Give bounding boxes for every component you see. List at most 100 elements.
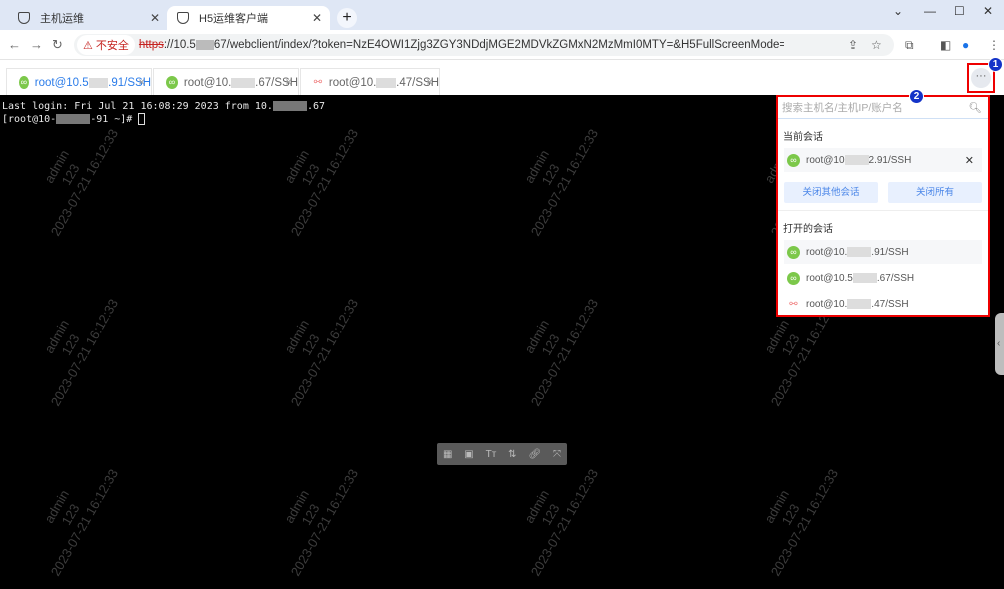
- redacted: [847, 299, 872, 309]
- link-broken-icon: ⚯: [313, 77, 323, 88]
- fullscreen-icon[interactable]: ⤧: [553, 449, 561, 460]
- back-icon[interactable]: ←: [8, 37, 21, 52]
- maximize-icon[interactable]: ☐: [954, 4, 965, 18]
- terminal-cursor: [138, 113, 146, 125]
- insecure-badge[interactable]: ⚠ 不安全: [77, 35, 135, 55]
- link-icon[interactable]: 🔗︎: [528, 449, 541, 460]
- link-broken-icon: ⚯: [789, 298, 798, 310]
- close-tab-icon[interactable]: ×: [138, 77, 145, 89]
- terminal-toolbar: ▦ ▣ Tт ⇅ 🔗︎ ⤧: [437, 443, 567, 465]
- watermark: admin1232023-07-21 16:12:33: [20, 110, 122, 239]
- new-tab-button[interactable]: +: [337, 8, 357, 28]
- watermark: admin1232023-07-21 16:12:33: [500, 110, 602, 239]
- close-other-sessions-button[interactable]: 关闭其他会话: [784, 182, 878, 203]
- extensions-icon[interactable]: ⧉: [905, 38, 914, 53]
- insecure-label: 不安全: [95, 40, 129, 52]
- redacted: [195, 40, 214, 50]
- link-connected-icon: ∞: [787, 245, 800, 259]
- link-connected-icon: ∞: [787, 153, 800, 167]
- terminal-text: Last login: Fri Jul 21 16:08:29 2023 fro…: [2, 101, 273, 112]
- terminal-text: .67: [306, 101, 325, 112]
- side-drawer-handle[interactable]: ‹: [995, 313, 1004, 375]
- close-tab-icon[interactable]: ✕: [312, 11, 322, 25]
- session-panel: 搜索主机名/主机IP/账户名 🔍︎ 当前会话 ∞ root@10 2.91/SSH ✕ …: [776, 95, 990, 317]
- callout-badge-1: 1: [988, 57, 1003, 72]
- watermark-user: admin: [1001, 487, 1004, 526]
- session-label: root@10: [806, 154, 845, 166]
- session-label: .67/SSH: [876, 272, 915, 284]
- watermark: admin1232023-07-21 16:12:33: [20, 450, 122, 579]
- chevron-down-icon[interactable]: ⌄: [893, 4, 903, 18]
- current-session-item[interactable]: ∞ root@10 2.91/SSH ✕: [784, 148, 982, 172]
- sidebar-icon[interactable]: ◧: [940, 38, 951, 52]
- profile-avatar-icon[interactable]: ●: [962, 38, 969, 52]
- close-tab-icon[interactable]: ×: [285, 77, 292, 89]
- close-tab-icon[interactable]: ×: [426, 77, 433, 89]
- link-connected-icon: ∞: [19, 76, 29, 89]
- watermark: admin1232023-07-21 16:12:33: [260, 110, 362, 239]
- callout-badge-2: 2: [909, 89, 924, 104]
- share-icon[interactable]: ⇪: [848, 38, 858, 52]
- close-tab-icon[interactable]: ✕: [150, 11, 160, 25]
- open-session-item[interactable]: ⚯ root@10. .47/SSH: [778, 292, 988, 316]
- close-window-icon[interactable]: ✕: [983, 4, 993, 18]
- session-label: .47/SSH: [871, 298, 909, 310]
- session-label: root@10.: [806, 246, 848, 258]
- shield-icon: [18, 12, 30, 24]
- search-icon[interactable]: 🔍︎: [969, 101, 982, 114]
- session-label: 2.91/SSH: [868, 154, 912, 166]
- url-path: 67/webclient/index/?token=NzE4OWI1Zjg3ZG…: [213, 39, 784, 51]
- more-sessions-button[interactable]: ···: [971, 68, 991, 88]
- shield-icon: [177, 12, 189, 24]
- session-tab[interactable]: ⚯ root@10. .47/SSH ×: [300, 68, 440, 96]
- url-host: ://10.5: [163, 39, 196, 51]
- address-bar[interactable]: ⚠ 不安全 https://10.5 67/webclient/index/?to…: [74, 34, 894, 56]
- session-label: root@10.: [806, 298, 848, 310]
- close-icon[interactable]: ✕: [965, 154, 974, 167]
- open-session-item[interactable]: ∞ root@10.5 .67/SSH: [778, 266, 988, 290]
- reload-icon[interactable]: ↻: [52, 37, 63, 53]
- grid-icon[interactable]: ▦: [443, 449, 452, 460]
- session-tab-label: root@10.: [183, 76, 232, 89]
- watermark: admin1232023-07-21 16:12:33: [740, 450, 842, 579]
- session-tab[interactable]: ∞ root@10. .67/SSH ×: [153, 68, 299, 96]
- watermark: admin1232023-07-21 16:12:33: [980, 450, 1004, 579]
- redacted: [852, 273, 877, 283]
- open-session-item[interactable]: ∞ root@10. .91/SSH: [784, 240, 982, 264]
- watermark: admin1232023-07-21 16:12:33: [20, 280, 122, 409]
- bookmark-star-icon[interactable]: ☆: [871, 38, 882, 52]
- search-placeholder: 搜索主机名/主机IP/账户名: [782, 102, 903, 114]
- browser-tab-active[interactable]: H5运维客户端 ✕: [167, 6, 330, 30]
- current-session-heading: 当前会话: [783, 132, 823, 143]
- watermark: admin1232023-07-21 16:12:33: [260, 280, 362, 409]
- session-tab[interactable]: ∞ root@10.5.91/SSH ×: [6, 68, 152, 96]
- session-tab-label: root@10.: [328, 76, 377, 89]
- session-search-input[interactable]: 搜索主机名/主机IP/账户名 🔍︎: [778, 97, 988, 119]
- watermark: admin1232023-07-21 16:12:33: [500, 450, 602, 579]
- redacted: [231, 77, 256, 88]
- watermark: admin1232023-07-21 16:12:33: [500, 280, 602, 409]
- redacted: [376, 77, 397, 88]
- layout-icon[interactable]: ▣: [464, 449, 473, 460]
- sort-icon[interactable]: ⇅: [508, 449, 516, 460]
- redacted: [844, 155, 869, 165]
- redacted: [847, 247, 872, 257]
- link-connected-icon: ∞: [787, 271, 800, 285]
- session-tabs: ∞ root@10.5.91/SSH × ∞ root@10. .67/SSH × ⚯ root…: [0, 61, 1004, 96]
- url-protocol: https: [138, 39, 164, 51]
- watermark: admin1232023-07-21 16:12:33: [260, 450, 362, 579]
- tab-title: H5运维客户端: [199, 13, 269, 25]
- session-label: root@10.5: [806, 272, 853, 284]
- close-all-sessions-button[interactable]: 关闭所有: [888, 182, 982, 203]
- minimize-icon[interactable]: —: [924, 4, 936, 18]
- browser-titlebar: 主机运维 ✕ H5运维客户端 ✕ + ⌄ — ☐ ✕: [0, 0, 1004, 30]
- menu-kebab-icon[interactable]: ⋮: [988, 38, 1000, 52]
- session-tab-label: root@10.5: [34, 76, 89, 89]
- browser-tab[interactable]: 主机运维 ✕: [8, 6, 168, 30]
- forward-icon[interactable]: →: [30, 37, 43, 52]
- redacted: [88, 77, 109, 88]
- link-connected-icon: ∞: [166, 76, 178, 89]
- font-size-icon[interactable]: Tт: [486, 449, 497, 460]
- tab-title: 主机运维: [40, 13, 84, 25]
- open-sessions-heading: 打开的会话: [783, 224, 833, 235]
